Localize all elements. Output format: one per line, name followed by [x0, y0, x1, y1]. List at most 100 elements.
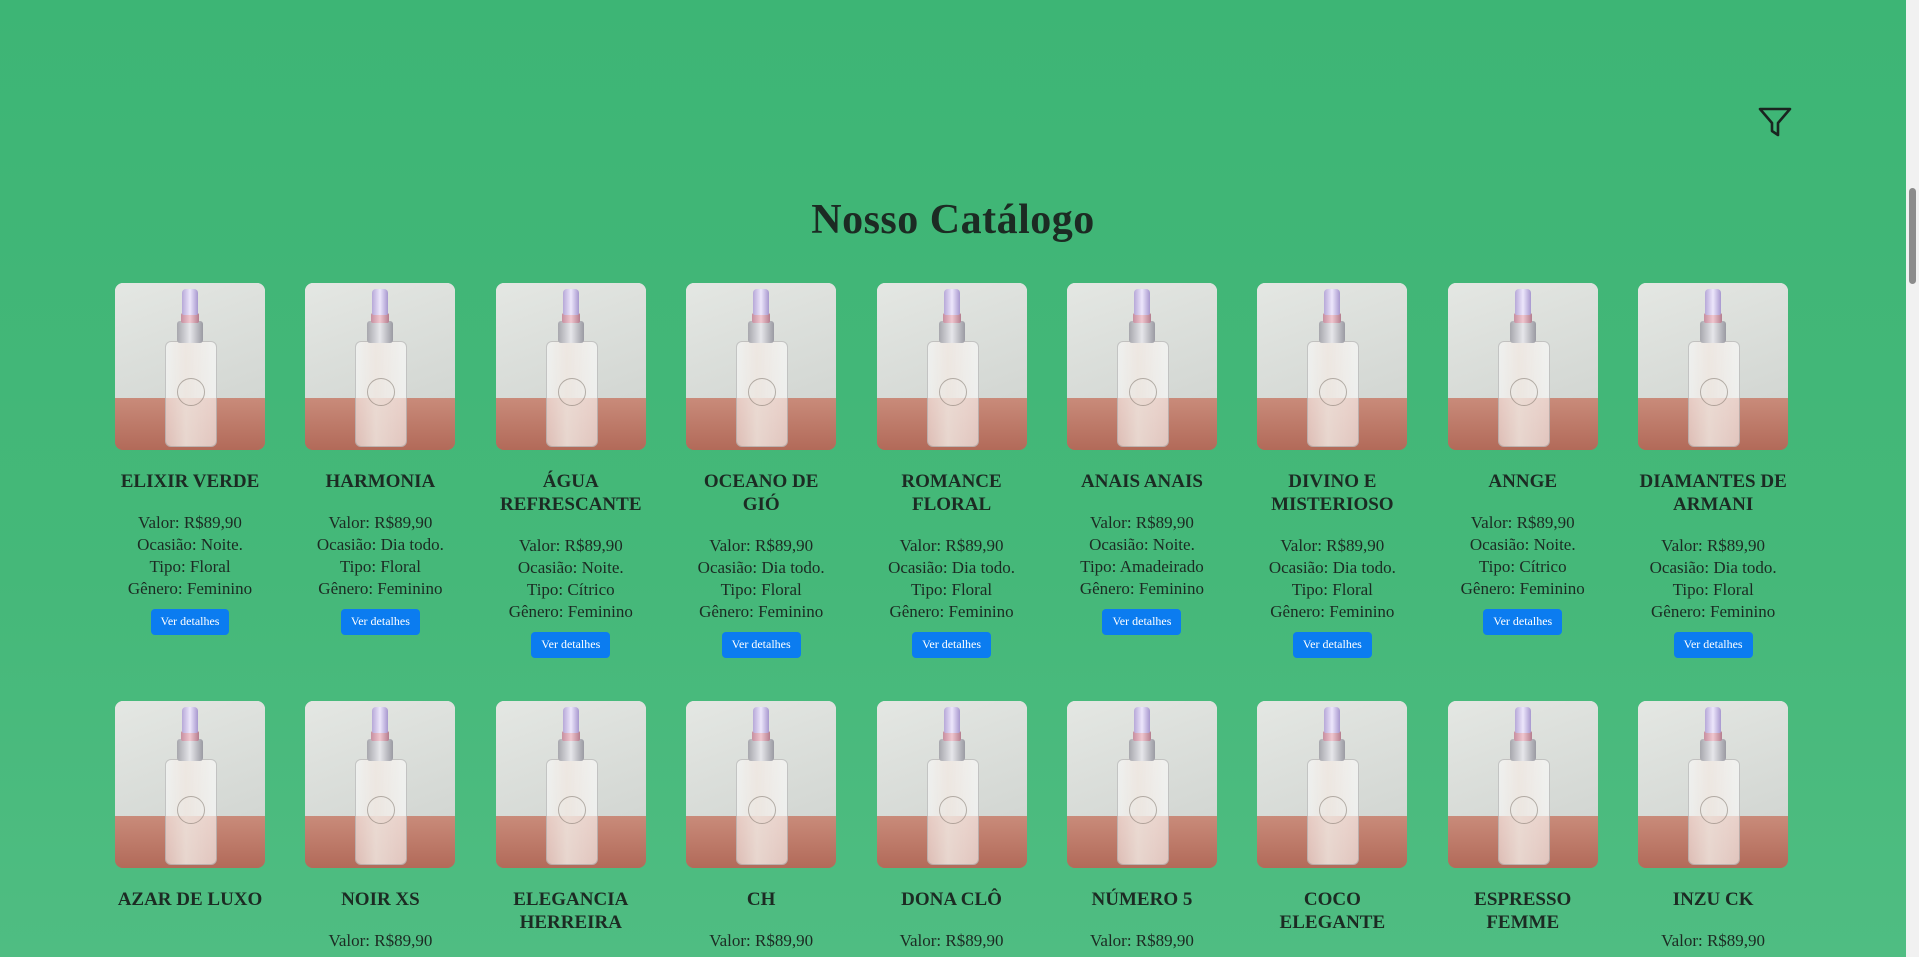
product-occasion: Ocasião: Noite. — [517, 558, 624, 577]
product-gender: Gênero: Feminino — [127, 579, 253, 598]
product-info: Valor: R$89,90 — [1638, 930, 1788, 952]
product-name: NOIR XS — [341, 889, 420, 910]
product-gender: Gênero: Feminino — [889, 602, 1014, 621]
filter-icon — [1758, 107, 1792, 137]
product-price: Valor: R$89,90 — [899, 931, 1004, 950]
details-button[interactable]: Ver detalhes — [1102, 609, 1182, 635]
product-name: DIVINO E MISTERIOSO — [1271, 471, 1394, 515]
product-gender: Gênero: Feminino — [1651, 602, 1776, 621]
details-button[interactable]: Ver detalhes — [340, 609, 420, 635]
product-name: DIAMANTES DE ARMANI — [1639, 471, 1787, 515]
details-button[interactable]: Ver detalhes — [1292, 632, 1372, 658]
product-name: ELEGANCIA HERREIRA — [513, 889, 629, 933]
product-image — [305, 701, 456, 868]
product-image — [876, 701, 1027, 868]
product-type: Tipo: Floral — [1291, 580, 1373, 599]
product-image — [495, 283, 646, 450]
product-card: HARMONIA Valor: R$89,90 Ocasião: Dia todo.… — [305, 283, 456, 658]
product-occasion: Ocasião: Dia todo. — [1268, 558, 1396, 577]
product-type: Tipo: Floral — [720, 580, 802, 599]
product-name: ESPRESSO FEMME — [1474, 889, 1572, 933]
product-price: Valor: R$89,90 — [328, 513, 433, 532]
product-type: Tipo: Amadeirado — [1080, 557, 1204, 576]
product-image — [115, 283, 265, 450]
page-title: Nosso Catálogo — [811, 197, 1095, 243]
product-image — [1257, 283, 1408, 450]
product-image — [1638, 701, 1789, 868]
product-info: Valor: R$89,90 Ocasião: Dia todo. Tipo: Fl… — [1257, 535, 1407, 623]
product-info: Valor: R$89,90 — [305, 930, 455, 952]
product-info: Valor: R$89,90 Ocasião: Noite. Tipo: Amade… — [1067, 512, 1217, 600]
details-button[interactable]: Ver detalhes — [150, 609, 230, 635]
catalog-row-2: AZAR DE LUXO NOIR XS Valor: R$89,90 ELEGANC… — [115, 701, 1789, 953]
product-info: Valor: R$89,90 Ocasião: Noite. Tipo: Cítri… — [496, 535, 646, 623]
product-card: ESPRESSO FEMME — [1447, 701, 1598, 953]
product-price: Valor: R$89,90 — [518, 536, 623, 555]
product-card: DIVINO E MISTERIOSO Valor: R$89,90 Ocasião… — [1257, 283, 1408, 658]
details-button[interactable]: Ver detalhes — [1483, 609, 1563, 635]
product-image — [1066, 701, 1217, 868]
product-card: OCEANO DE GIÓ Valor: R$89,90 Ocasião: Dia … — [686, 283, 837, 658]
product-image — [876, 283, 1027, 450]
product-card: COCO ELEGANTE — [1257, 701, 1408, 953]
product-type: Tipo: Floral — [149, 557, 231, 576]
product-name: NÚMERO 5 — [1091, 889, 1193, 910]
product-price: Valor: R$89,90 — [1090, 931, 1194, 950]
scrollbar-thumb[interactable] — [1909, 188, 1916, 284]
product-image — [1257, 701, 1408, 868]
product-name: CH — [746, 889, 776, 910]
product-gender: Gênero: Feminino — [508, 602, 633, 621]
product-image — [1066, 283, 1217, 450]
details-button[interactable]: Ver detalhes — [531, 632, 611, 658]
product-gender: Gênero: Feminino — [1460, 579, 1585, 598]
product-card: NÚMERO 5 Valor: R$89,90 — [1066, 701, 1217, 953]
filter-button[interactable] — [1757, 104, 1793, 140]
product-price: Valor: R$89,90 — [1090, 513, 1194, 532]
scrollbar[interactable] — [1906, 0, 1919, 957]
product-card: DONA CLÔ Valor: R$89,90 — [876, 701, 1027, 953]
product-card: ANAIS ANAIS Valor: R$89,90 Ocasião: Noite.… — [1066, 283, 1217, 658]
product-image — [686, 701, 837, 868]
product-info: Valor: R$89,90 — [877, 930, 1027, 952]
product-image — [115, 701, 265, 868]
product-card: DIAMANTES DE ARMANI Valor: R$89,90 Ocasião… — [1638, 283, 1789, 658]
product-info: Valor: R$89,90 — [686, 930, 836, 952]
product-gender: Gênero: Feminino — [699, 602, 824, 621]
product-name: INZU CK — [1672, 889, 1754, 910]
product-name: COCO ELEGANTE — [1279, 889, 1386, 933]
details-button[interactable]: Ver detalhes — [721, 632, 801, 658]
product-type: Tipo: Floral — [339, 557, 421, 576]
product-card: ELEGANCIA HERREIRA — [495, 701, 646, 953]
product-card: ROMANCE FLORAL Valor: R$89,90 Ocasião: Dia… — [876, 283, 1027, 658]
product-name: ROMANCE FLORAL — [901, 471, 1002, 515]
product-occasion: Ocasião: Dia todo. — [888, 558, 1016, 577]
product-info: Valor: R$89,90 Ocasião: Dia todo. Tipo: Fl… — [686, 535, 836, 623]
product-price: Valor: R$89,90 — [1661, 931, 1766, 950]
product-card: AZAR DE LUXO — [115, 701, 265, 953]
product-type: Tipo: Cítrico — [1478, 557, 1567, 576]
product-image — [686, 283, 837, 450]
product-type: Tipo: Floral — [1672, 580, 1754, 599]
product-card: NOIR XS Valor: R$89,90 — [305, 701, 456, 953]
product-name: OCEANO DE GIÓ — [703, 471, 819, 515]
product-card: ANNGE Valor: R$89,90 Ocasião: Noite. Tipo: … — [1447, 283, 1598, 658]
product-price: Valor: R$89,90 — [1470, 513, 1575, 532]
product-card: INZU CK Valor: R$89,90 — [1638, 701, 1789, 953]
product-price: Valor: R$89,90 — [709, 536, 814, 555]
product-info: Valor: R$89,90 Ocasião: Noite. Tipo: Flora… — [115, 512, 265, 600]
product-occasion: Ocasião: Dia todo. — [316, 535, 444, 554]
product-name: ELIXIR VERDE — [120, 471, 260, 492]
details-button[interactable]: Ver detalhes — [1673, 632, 1753, 658]
product-info: Valor: R$89,90 Ocasião: Dia todo. Tipo: Fl… — [305, 512, 455, 600]
product-price: Valor: R$89,90 — [709, 931, 814, 950]
product-price: Valor: R$89,90 — [328, 931, 433, 950]
details-button[interactable]: Ver detalhes — [912, 632, 992, 658]
product-image — [1638, 283, 1789, 450]
product-price: Valor: R$89,90 — [899, 536, 1004, 555]
product-card: CH Valor: R$89,90 — [686, 701, 837, 953]
product-image — [1447, 701, 1598, 868]
product-price: Valor: R$89,90 — [138, 513, 242, 532]
product-type: Tipo: Cítrico — [526, 580, 615, 599]
product-name: AZAR DE LUXO — [117, 889, 263, 910]
product-type: Tipo: Floral — [911, 580, 993, 599]
